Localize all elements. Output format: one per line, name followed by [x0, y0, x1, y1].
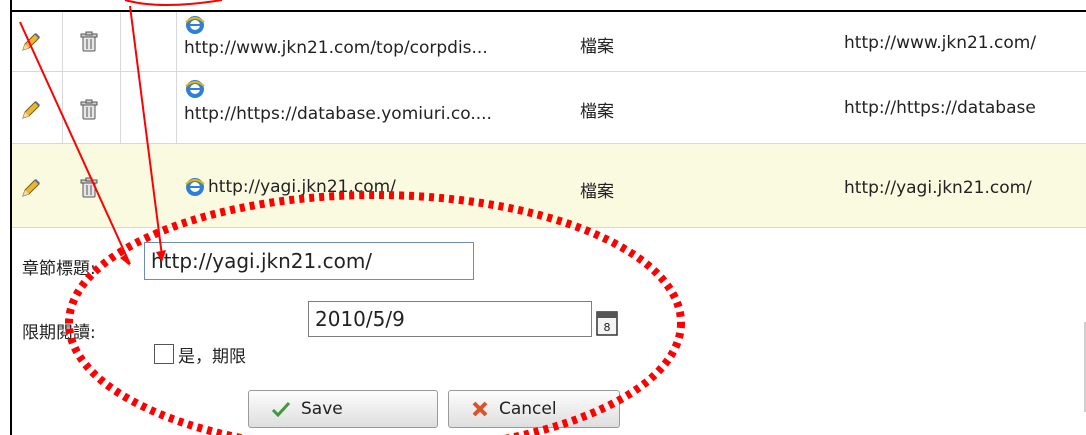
browser-icon — [184, 14, 206, 36]
svg-text:8: 8 — [604, 321, 611, 334]
chapter-edit-form: 章節標題: 限期閱讀: 8 是，期限 Save Cancel — [12, 228, 1086, 435]
deadline-checkbox[interactable] — [154, 344, 174, 364]
save-button[interactable]: Save — [248, 390, 438, 428]
link-type: 檔案 — [580, 182, 614, 202]
browser-icon — [184, 78, 206, 100]
edit-icon[interactable] — [18, 96, 44, 124]
link-url[interactable]: http://yagi.jkn21.com/ — [208, 177, 396, 197]
link-type: 檔案 — [580, 37, 614, 57]
trash-icon[interactable] — [76, 28, 102, 56]
browser-icon — [184, 176, 206, 198]
deadline-checkbox-label: 是，期限 — [178, 347, 246, 367]
cancel-label: Cancel — [499, 399, 557, 419]
read-deadline-label: 限期閱讀: — [22, 323, 96, 343]
table-row: http://https://database.yomiuri.co.... 檔… — [12, 72, 1086, 144]
trash-icon[interactable] — [76, 96, 102, 124]
edit-icon[interactable] — [18, 28, 44, 56]
link-address: http://yagi.jkn21.com/ — [844, 178, 1032, 198]
annotation-callout — [124, 0, 223, 6]
chapter-title-input[interactable] — [144, 242, 474, 280]
link-url[interactable]: http://www.jkn21.com/top/corpdis... — [184, 38, 488, 58]
link-address: http://https://database — [844, 98, 1036, 118]
link-type: 檔案 — [580, 102, 614, 122]
chapter-title-label: 章節標題: — [22, 259, 96, 279]
trash-icon[interactable] — [76, 174, 102, 202]
link-address: http://www.jkn21.com/ — [844, 33, 1037, 53]
save-label: Save — [301, 399, 343, 419]
close-icon — [472, 401, 488, 417]
deadline-date-input[interactable] — [308, 301, 592, 337]
table-row: http://www.jkn21.com/top/corpdis... 檔案 h… — [12, 12, 1086, 72]
link-url[interactable]: http://https://database.yomiuri.co.... — [184, 104, 492, 124]
calendar-icon[interactable]: 8 — [596, 310, 618, 336]
edit-icon[interactable] — [18, 174, 44, 202]
table-row-selected: http://yagi.jkn21.com/ 檔案 http://yagi.jk… — [12, 144, 1086, 228]
link-table: http://www.jkn21.com/top/corpdis... 檔案 h… — [12, 12, 1086, 228]
cancel-button[interactable]: Cancel — [448, 390, 620, 428]
checkmark-icon — [271, 401, 291, 417]
